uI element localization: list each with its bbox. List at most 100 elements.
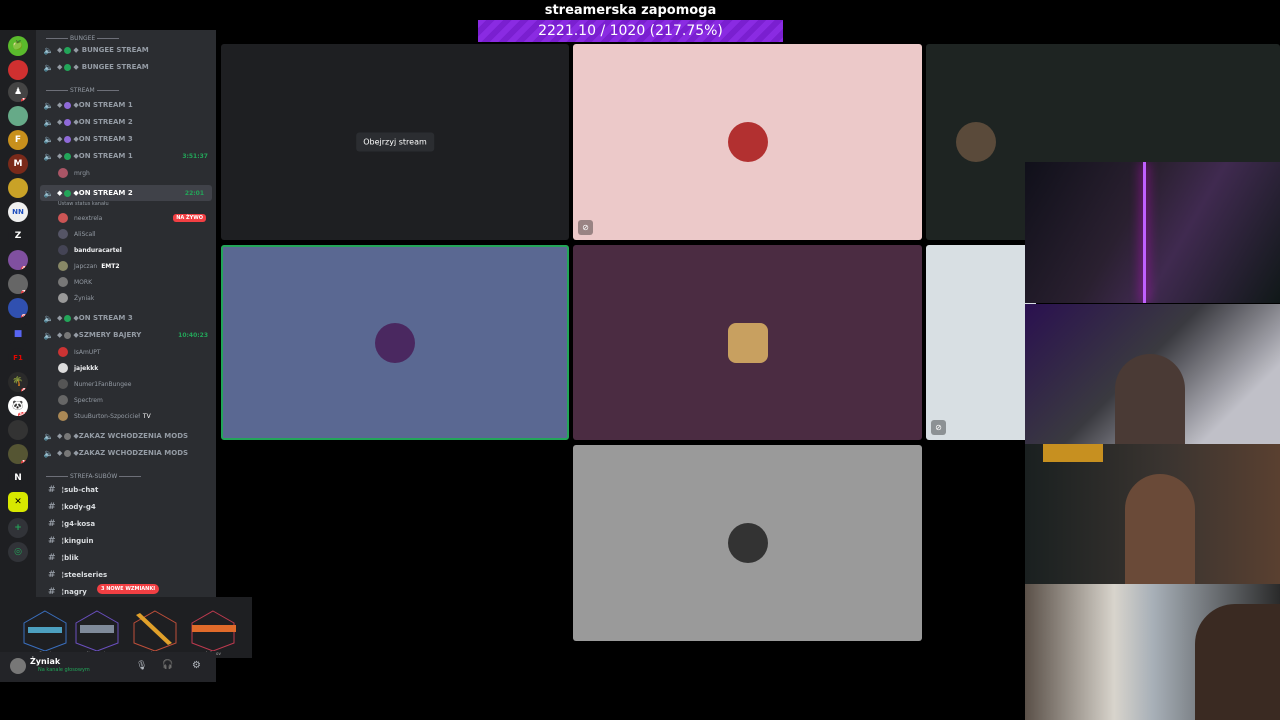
avatar <box>956 122 996 162</box>
speaker-icon: 🔈 <box>43 330 54 340</box>
case-item: Asiimov <box>186 607 240 656</box>
voice-user[interactable]: Japczan EMT2 <box>36 258 216 274</box>
text-channel[interactable]: # ¦ sub-chat <box>36 482 216 498</box>
case-overlay: Guard Neoquasis Lore Asiimov <box>0 597 252 658</box>
user-name: mrgh <box>74 169 90 177</box>
server-icon[interactable]: Z <box>8 226 28 246</box>
voice-user[interactable]: AliScall <box>36 226 216 242</box>
text-channel[interactable]: # ¦ kinguin <box>36 533 216 549</box>
server-icon[interactable]: F <box>8 130 28 150</box>
voice-user[interactable]: IsAmUPT <box>36 344 216 360</box>
muted-icon: ⊘ <box>931 420 946 435</box>
goal-title: streamerska zapomoga <box>544 3 717 18</box>
voice-user[interactable]: MORK <box>36 274 216 290</box>
server-icon[interactable]: 🍏 7 <box>8 36 28 56</box>
person-silhouette <box>1115 354 1185 444</box>
webcam-feed <box>1025 162 1280 303</box>
voice-user[interactable]: StuuBurton-Szpocicieł TV <box>36 408 216 424</box>
server-icon[interactable] <box>8 60 28 80</box>
hash-icon: # <box>48 536 56 546</box>
server-icon[interactable]: 🌴 44 <box>8 372 28 392</box>
goal-progress-bar: 2221.10 / 1020 (217.75%) <box>478 20 783 42</box>
server-icon[interactable]: 97 <box>8 298 28 318</box>
case-item: Lore <box>128 607 182 656</box>
server-icon[interactable]: 🐼 340 <box>8 396 28 416</box>
channel-label: g4-kosa <box>64 520 96 528</box>
user-name: IsAmUPT <box>74 348 101 356</box>
watch-stream-button[interactable]: Obejrzyj stream <box>356 132 434 152</box>
server-icon[interactable]: 10 <box>8 444 28 464</box>
server-icon[interactable]: ♟ 16 <box>8 82 28 102</box>
voice-channel[interactable]: 🔈 ◆ ◆ ZAKAZ WCHODZENIA MODS <box>36 445 216 461</box>
user-name: StuuBurton-Szpocicieł <box>74 412 140 420</box>
text-channel[interactable]: # ¦ steelseries <box>36 567 216 583</box>
server-icon[interactable]: 44 <box>8 250 28 270</box>
voice-channel[interactable]: 🔈 ◆ ◆ ON STREAM 2 <box>36 114 216 130</box>
category-label: STREFA-SUBÓW <box>70 472 118 480</box>
channel-label: nagry <box>64 588 87 596</box>
voice-user[interactable]: jajekkk <box>36 360 216 376</box>
voice-channel[interactable]: 🔈 ◆ ◆ ON STREAM 1 <box>36 97 216 113</box>
voice-user[interactable]: Żyniak <box>36 290 216 306</box>
webcam-feed <box>1025 584 1280 720</box>
speaker-icon: 🔈 <box>43 151 54 161</box>
voice-channel[interactable]: 🔈 ◆ ◆ ZAKAZ WCHODZENIA MODS <box>36 428 216 444</box>
add-server-icon[interactable]: + <box>8 518 28 538</box>
user-tag: TV <box>142 412 151 420</box>
voice-user[interactable]: neextrela NA ŻYWO <box>36 210 216 226</box>
channel-label: blik <box>64 554 79 562</box>
voice-user[interactable]: banduracartel <box>36 242 216 258</box>
server-icon[interactable]: NN <box>8 202 28 222</box>
server-icon[interactable]: 3 <box>8 106 28 126</box>
voice-channel[interactable]: 🔈 ◆ ◆ ON STREAM 3 <box>36 310 216 326</box>
hash-icon: # <box>48 485 56 495</box>
user-name: neextrela <box>74 214 103 222</box>
muted-icon: ⊘ <box>578 220 593 235</box>
voice-channel[interactable]: 🔈 ◆ ◆ BUNGEE STREAM <box>36 59 216 75</box>
text-channel[interactable]: # ¦ blik <box>36 550 216 566</box>
gear-icon[interactable]: ⚙ <box>192 660 201 671</box>
user-tile[interactable]: ⊘ <box>573 44 922 240</box>
category-stream[interactable]: STREAM <box>36 82 216 98</box>
new-mentions-badge[interactable]: 3 NOWE WZMIANKI <box>97 584 160 594</box>
case-item: Guard <box>18 607 72 656</box>
text-channel[interactable]: # ¦ kody-g4 <box>36 499 216 515</box>
speaker-icon: 🔈 <box>43 45 54 55</box>
headphones-icon[interactable]: 🎧 <box>162 660 173 670</box>
avatar <box>727 122 768 162</box>
mic-icon[interactable]: 🎙 <box>136 661 147 671</box>
person-silhouette <box>1125 474 1195 584</box>
voice-channel[interactable]: 🔈 ◆ ◆ ON STREAM 1 3:51:37 <box>36 148 216 164</box>
server-icon[interactable] <box>8 178 28 198</box>
user-tile-speaking[interactable] <box>221 245 569 440</box>
hexagon-icon <box>75 610 119 652</box>
server-icon[interactable]: N <box>8 468 28 488</box>
server-icon[interactable]: 75 <box>8 274 28 294</box>
server-icon[interactable]: F1 <box>8 348 28 368</box>
voice-channel[interactable]: 🔈 ◆ ◆ SZMERY BAJERY 10:40:23 <box>36 327 216 343</box>
folder-icon[interactable]: ■ <box>8 324 28 344</box>
text-channel[interactable]: # ¦ g4-kosa <box>36 516 216 532</box>
channel-label: BUNGEE STREAM <box>81 63 149 71</box>
hash-icon: # <box>48 570 56 580</box>
voice-user[interactable]: Spectrem <box>36 392 216 408</box>
user-tile[interactable] <box>573 445 922 641</box>
channel-label: ZAKAZ WCHODZENIA MODS <box>78 432 189 440</box>
voice-channel[interactable]: 🔈 ◆ ◆ BUNGEE STREAM <box>36 42 216 58</box>
status-hint-text: Ustaw status kanału <box>58 201 109 207</box>
voice-channel[interactable]: 🔈 ◆ ◆ ON STREAM 3 <box>36 131 216 147</box>
server-icon[interactable]: M <box>8 154 28 174</box>
explore-icon[interactable]: ◎ <box>8 542 28 562</box>
voice-user[interactable]: Numer1FanBungee <box>36 376 216 392</box>
server-icon[interactable]: ✕ <box>8 492 28 512</box>
avatar[interactable] <box>10 658 26 674</box>
stream-tile[interactable]: Obejrzyj stream <box>221 44 569 240</box>
voice-user[interactable]: mrgh <box>36 165 216 181</box>
user-tile[interactable] <box>573 245 922 440</box>
speaker-icon: 🔈 <box>43 62 54 72</box>
user-name: Numer1FanBungee <box>74 380 132 388</box>
webcam-feed <box>1025 444 1280 584</box>
server-icon[interactable] <box>8 420 28 440</box>
channel-label: ON STREAM 1 <box>78 101 133 109</box>
user-tile[interactable]: ⊘ <box>926 245 1036 440</box>
